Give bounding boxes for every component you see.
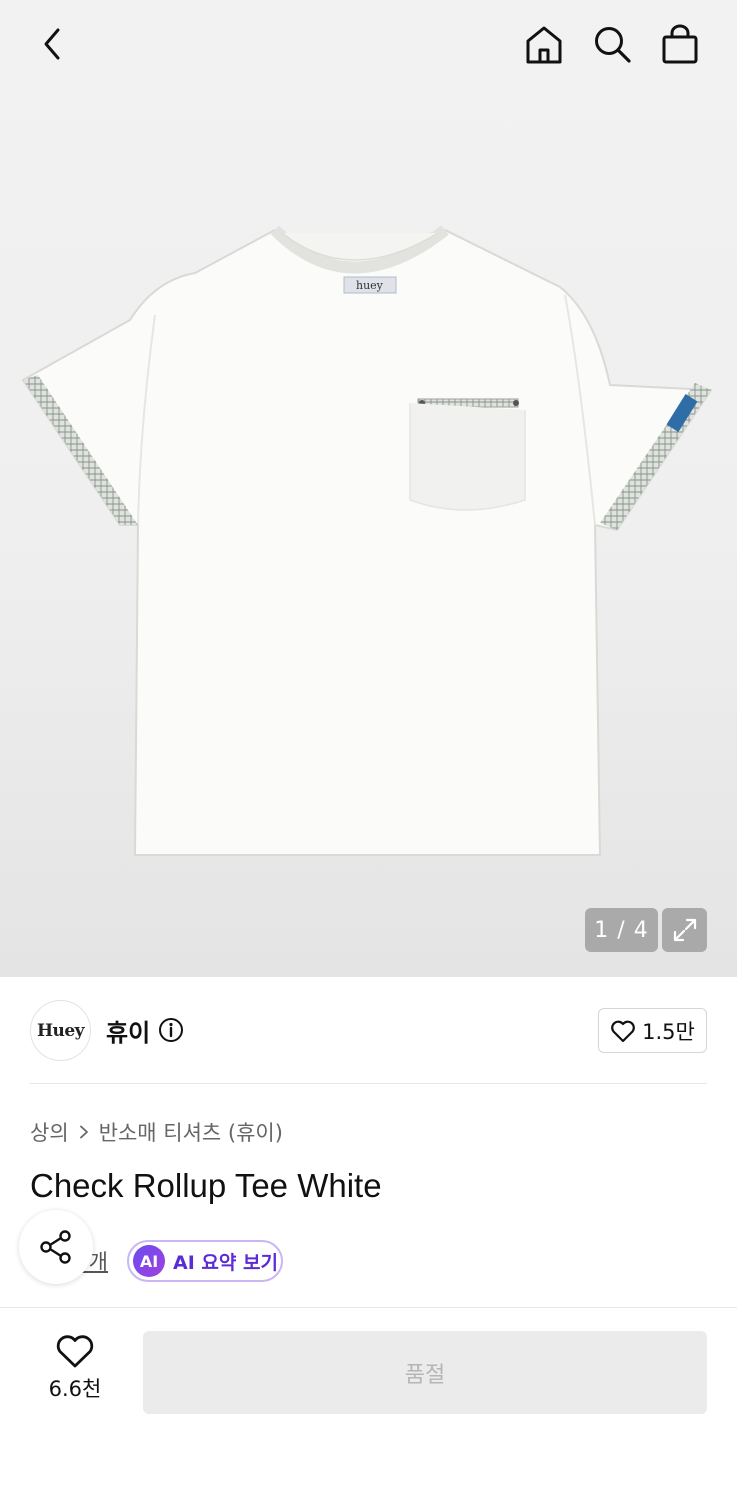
heart-icon [56, 1335, 94, 1368]
brand-logo[interactable]: Huey [30, 1000, 91, 1061]
breadcrumb-item[interactable]: 반소매 티셔츠 (휴이) [99, 1117, 283, 1147]
share-button[interactable] [19, 1210, 93, 1284]
product-image-gallery[interactable]: huey 1 / 4 [0, 0, 737, 977]
svg-text:huey: huey [356, 279, 384, 292]
expand-image-button[interactable] [662, 908, 707, 952]
ai-summary-button[interactable]: AI AI 요약 보기 [127, 1240, 283, 1282]
brand-like-button[interactable]: 1.5만 [598, 1008, 707, 1053]
product-image: huey [21, 225, 713, 856]
chevron-right-icon [79, 1125, 88, 1139]
heart-icon [611, 1020, 636, 1042]
product-title: Check Rollup Tee White [30, 1167, 382, 1204]
info-icon[interactable] [158, 1017, 184, 1043]
ai-summary-label: AI 요약 보기 [173, 1251, 278, 1274]
image-counter: 1 / 4 [585, 908, 658, 952]
soldout-button: 품절 [143, 1331, 707, 1414]
ai-badge: AI [133, 1245, 165, 1277]
cart-button[interactable] [658, 22, 702, 66]
chevron-left-icon [44, 28, 60, 60]
share-icon [40, 1230, 71, 1264]
home-icon [526, 26, 562, 64]
divider [30, 1083, 707, 1084]
home-button[interactable] [522, 22, 566, 66]
product-like-count: 6.6천 [48, 1377, 102, 1401]
product-like-button[interactable]: 6.6천 [30, 1333, 120, 1409]
breadcrumb: 상의 반소매 티셔츠 (휴이) [30, 1117, 283, 1147]
brand-like-count: 1.5만 [642, 1019, 695, 1044]
shopping-bag-icon [662, 24, 698, 64]
breadcrumb-item[interactable]: 상의 [30, 1117, 69, 1147]
back-button[interactable] [31, 22, 75, 66]
search-icon [595, 27, 631, 63]
brand-logo-text: Huey [36, 1020, 85, 1041]
brand-name[interactable]: 휴이 [106, 1013, 150, 1048]
divider [0, 1307, 737, 1308]
expand-icon [673, 918, 696, 942]
search-button[interactable] [590, 22, 634, 66]
